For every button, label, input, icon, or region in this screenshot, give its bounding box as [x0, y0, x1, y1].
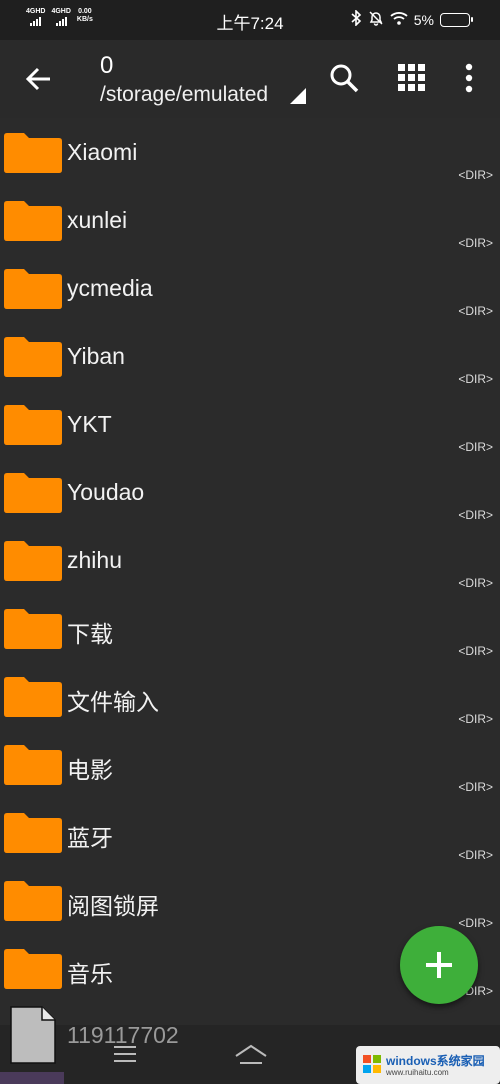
folder-icon [4, 880, 62, 921]
file-list-item[interactable]: Xiaomi <DIR> [0, 118, 500, 186]
folder-name: 文件输入 [67, 689, 159, 715]
file-list-item[interactable]: 阅图锁屏 <DIR> [0, 866, 500, 934]
folder-name: 电影 [67, 757, 113, 783]
dir-tag: <DIR> [458, 168, 493, 182]
dir-tag: <DIR> [458, 508, 493, 522]
folder-icon [4, 676, 62, 717]
dir-tag: <DIR> [458, 780, 493, 794]
more-vertical-icon [465, 63, 473, 93]
folder-name: ycmedia [67, 275, 153, 301]
file-list-item[interactable]: Youdao <DIR> [0, 458, 500, 526]
battery-percent: 5% [413, 11, 434, 28]
file-icon [10, 1006, 56, 1064]
file-list-item[interactable]: 蓝牙 <DIR> [0, 798, 500, 866]
dir-tag: <DIR> [458, 916, 493, 930]
dir-tag: <DIR> [458, 712, 493, 726]
folder-name: Youdao [67, 479, 145, 505]
path-dropdown[interactable]: /storage/emulated [100, 83, 268, 107]
folder-icon [4, 132, 62, 173]
folder-icon [4, 472, 62, 513]
file-list-item[interactable]: zhihu <DIR> [0, 526, 500, 594]
dir-tag: <DIR> [458, 236, 493, 250]
file-list-item[interactable]: Yiban <DIR> [0, 322, 500, 390]
folder-name: Yiban [67, 343, 125, 369]
folder-icon [4, 948, 62, 989]
grid-view-button[interactable] [394, 60, 430, 96]
dir-tag: <DIR> [458, 644, 493, 658]
bluetooth-icon [350, 9, 362, 29]
file-list-item[interactable]: 电影 <DIR> [0, 730, 500, 798]
menu-button[interactable] [112, 1043, 138, 1070]
status-bar: 4GHD 4GHD 0.00 KB/s 上午7:24 5% [0, 0, 500, 40]
folder-icon [4, 608, 62, 649]
folder-name: 下载 [67, 621, 113, 647]
dir-tag: <DIR> [458, 372, 493, 386]
folder-icon [4, 744, 62, 785]
folder-icon [4, 404, 62, 445]
folder-name: 蓝牙 [67, 825, 113, 851]
watermark-title: windows系统家园 [386, 1054, 485, 1068]
file-list-item[interactable]: ycmedia <DIR> [0, 254, 500, 322]
arrow-left-icon [25, 67, 50, 91]
menu-icon [114, 1046, 136, 1062]
file-list-item[interactable]: YKT <DIR> [0, 390, 500, 458]
file-list-item[interactable]: 文件输入 <DIR> [0, 662, 500, 730]
home-icon [235, 1044, 267, 1064]
folder-name: Xiaomi [67, 139, 138, 165]
wifi-icon [390, 11, 408, 28]
app-toolbar: 0 /storage/emulated [0, 40, 500, 118]
search-icon [330, 64, 359, 93]
dir-tag: <DIR> [458, 848, 493, 862]
folder-icon [4, 200, 62, 241]
folder-name: zhihu [67, 547, 122, 573]
folder-name: 音乐 [67, 961, 113, 987]
page-title: 0 [100, 52, 114, 79]
dropdown-triangle-icon[interactable] [290, 88, 306, 104]
back-button[interactable] [22, 62, 56, 96]
bell-muted-icon [368, 10, 384, 29]
more-options-button[interactable] [452, 60, 488, 96]
dir-tag: <DIR> [458, 440, 493, 454]
folder-name: xunlei [67, 207, 128, 233]
folder-icon [4, 540, 62, 581]
watermark: windows系统家园 www.ruihaitu.com [356, 1046, 500, 1084]
windows-logo-icon [363, 1055, 381, 1073]
file-list-item[interactable]: 下载 <DIR> [0, 594, 500, 662]
search-button[interactable] [326, 60, 362, 96]
battery-icon [440, 12, 473, 27]
watermark-url: www.ruihaitu.com [386, 1068, 449, 1077]
add-fab-button[interactable] [400, 926, 478, 1004]
folder-icon [4, 812, 62, 853]
home-button[interactable] [234, 1043, 268, 1072]
avatar [0, 1072, 64, 1084]
folder-name: 阅图锁屏 [67, 893, 159, 919]
folder-name: YKT [67, 411, 112, 437]
file-list-item[interactable]: xunlei <DIR> [0, 186, 500, 254]
grid-icon [398, 64, 425, 91]
dir-tag: <DIR> [458, 304, 493, 318]
dir-tag: <DIR> [458, 576, 493, 590]
folder-icon [4, 336, 62, 377]
file-list: Xiaomi <DIR> xunlei <DIR> ycmedia <DIR> Yiban <… [0, 118, 500, 1002]
folder-icon [4, 268, 62, 309]
